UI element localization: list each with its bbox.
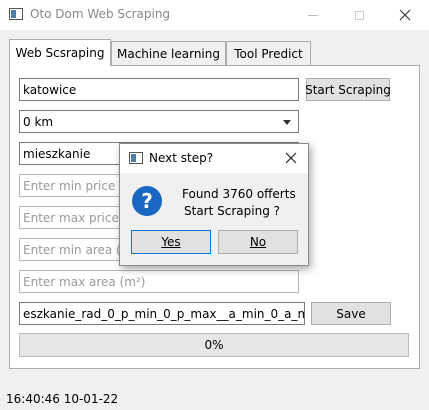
dialog-title: Next step?: [149, 151, 214, 165]
close-icon: [285, 152, 297, 164]
radius-value: 0 km: [23, 114, 54, 129]
maximize-button[interactable]: [336, 0, 382, 30]
yes-button[interactable]: Yes: [131, 230, 211, 254]
progress-text: 0%: [204, 338, 224, 352]
dialog-titlebar[interactable]: Next step?: [120, 144, 308, 173]
dialog-message-line1: Found 3760 offerts: [182, 187, 296, 201]
tab-machine-learning[interactable]: Machine learning: [111, 41, 226, 65]
tab-tool-predict[interactable]: Tool Predict: [226, 41, 311, 65]
start-scraping-button[interactable]: Start Scraping: [305, 78, 391, 101]
progress-bar: 0%: [19, 333, 409, 357]
window-titlebar[interactable]: Oto Dom Web Scraping: [0, 0, 429, 30]
dialog-close-button[interactable]: [284, 151, 298, 165]
radius-select[interactable]: 0 km: [19, 110, 299, 133]
maximize-icon: [354, 10, 364, 20]
minimize-icon: [308, 14, 318, 16]
dialog-message-line2: Start Scraping ?: [184, 204, 280, 218]
max-area-input[interactable]: Enter max area (m²): [19, 270, 299, 293]
property-type-value: mieszkanie: [23, 146, 91, 161]
window-title: Oto Dom Web Scraping: [30, 7, 171, 21]
next-step-dialog: Next step? ? Found 3760 offerts Start Sc…: [119, 143, 309, 266]
app-icon: [129, 152, 143, 164]
no-button[interactable]: No: [218, 230, 298, 254]
no-label: No: [249, 235, 267, 249]
filename-value: eszkanie_rad_0_p_min_0_p_max__a_min_0_a_…: [23, 306, 304, 321]
status-bar-text: 16:40:46 10-01-22: [6, 392, 119, 406]
minimize-button[interactable]: [290, 0, 336, 30]
question-icon: ?: [132, 186, 162, 216]
chevron-down-icon: [283, 120, 291, 125]
tab-web-scraping[interactable]: Web Scsraping: [9, 39, 111, 66]
close-icon: [399, 9, 411, 21]
close-button[interactable]: [382, 0, 428, 30]
save-button[interactable]: Save: [311, 302, 391, 325]
city-input[interactable]: katowice: [19, 78, 299, 101]
yes-label: Yes: [161, 235, 181, 249]
app-icon: [9, 8, 23, 20]
filename-input[interactable]: eszkanie_rad_0_p_min_0_p_max__a_min_0_a_…: [19, 302, 305, 325]
